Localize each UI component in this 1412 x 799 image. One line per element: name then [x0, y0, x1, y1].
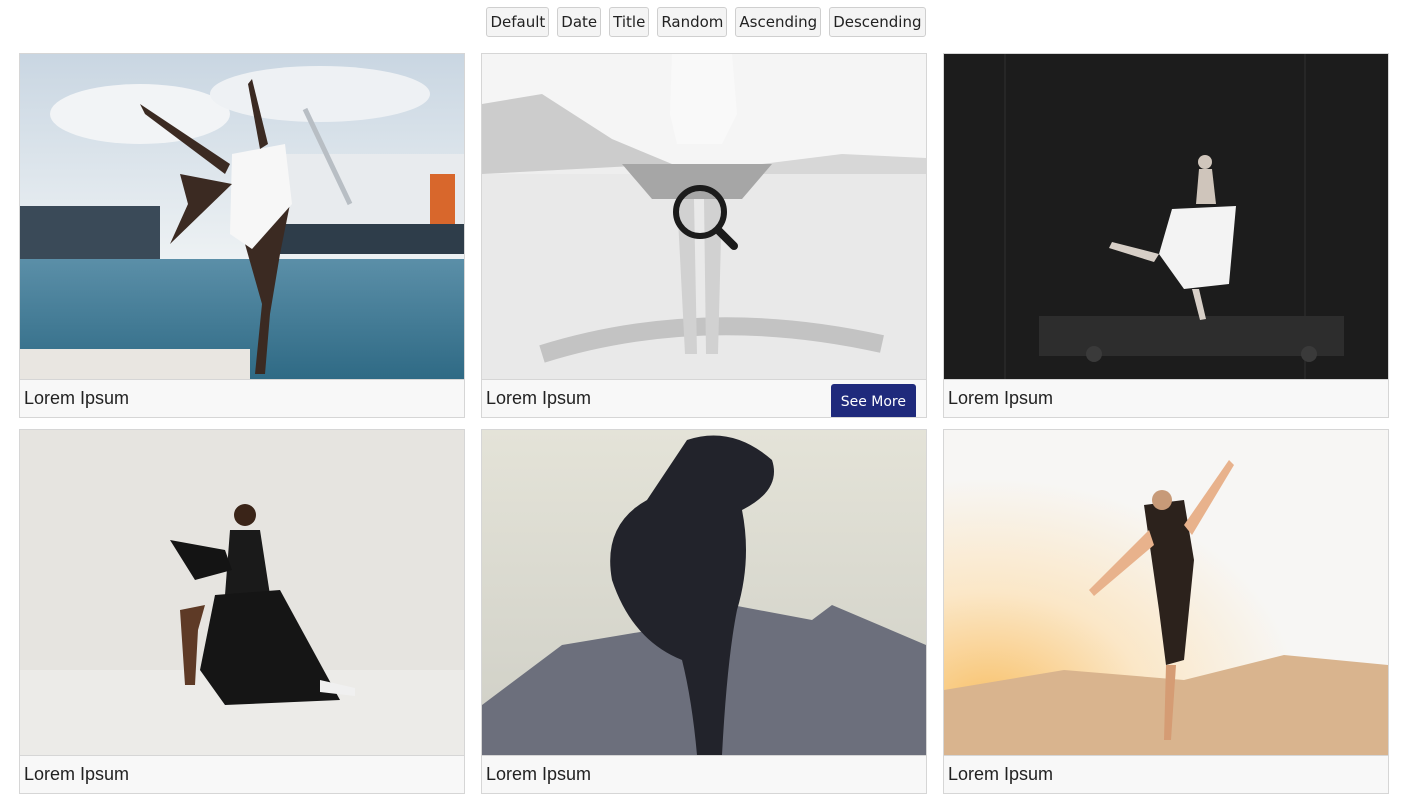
gallery-card[interactable]: Lorem Ipsum: [19, 53, 465, 418]
dancer-black-dress-photo[interactable]: [20, 430, 464, 755]
sort-title-button[interactable]: Title: [609, 7, 650, 37]
see-more-button[interactable]: See More: [830, 384, 916, 417]
card-title: Lorem Ipsum: [24, 388, 130, 408]
zoom-icon[interactable]: [672, 184, 738, 250]
sort-random-button[interactable]: Random: [657, 7, 728, 37]
card-caption: Lorem Ipsum See More: [482, 379, 926, 417]
sort-date-button[interactable]: Date: [557, 7, 602, 37]
sort-ascending-button[interactable]: Ascending: [735, 7, 822, 37]
card-title: Lorem Ipsum: [948, 764, 1054, 784]
gallery-card[interactable]: Lorem Ipsum See More: [481, 53, 927, 418]
sort-default-button[interactable]: Default: [486, 7, 550, 37]
card-caption: Lorem Ipsum: [20, 379, 464, 417]
card-caption: Lorem Ipsum: [482, 755, 926, 793]
dancer-silhouette-mountain-photo[interactable]: [482, 430, 926, 755]
gallery-card[interactable]: Lorem Ipsum: [943, 53, 1389, 418]
sort-toolbar: Default Date Title Random Ascending Desc…: [0, 7, 1412, 37]
card-title: Lorem Ipsum: [486, 764, 592, 784]
gallery-card[interactable]: Lorem Ipsum: [19, 429, 465, 794]
card-title: Lorem Ipsum: [24, 764, 130, 784]
ballerina-dark-wall-photo[interactable]: [944, 54, 1388, 379]
gallery-card[interactable]: Lorem Ipsum: [943, 429, 1389, 794]
card-caption: Lorem Ipsum: [20, 755, 464, 793]
card-title: Lorem Ipsum: [948, 388, 1054, 408]
dancer-jump-sunset-photo[interactable]: [944, 430, 1388, 755]
card-caption: Lorem Ipsum: [944, 379, 1388, 417]
sort-descending-button[interactable]: Descending: [829, 7, 926, 37]
card-caption: Lorem Ipsum: [944, 755, 1388, 793]
card-title: Lorem Ipsum: [486, 388, 592, 408]
dancer-harbor-photo[interactable]: [20, 54, 464, 379]
gallery-card[interactable]: Lorem Ipsum: [481, 429, 927, 794]
